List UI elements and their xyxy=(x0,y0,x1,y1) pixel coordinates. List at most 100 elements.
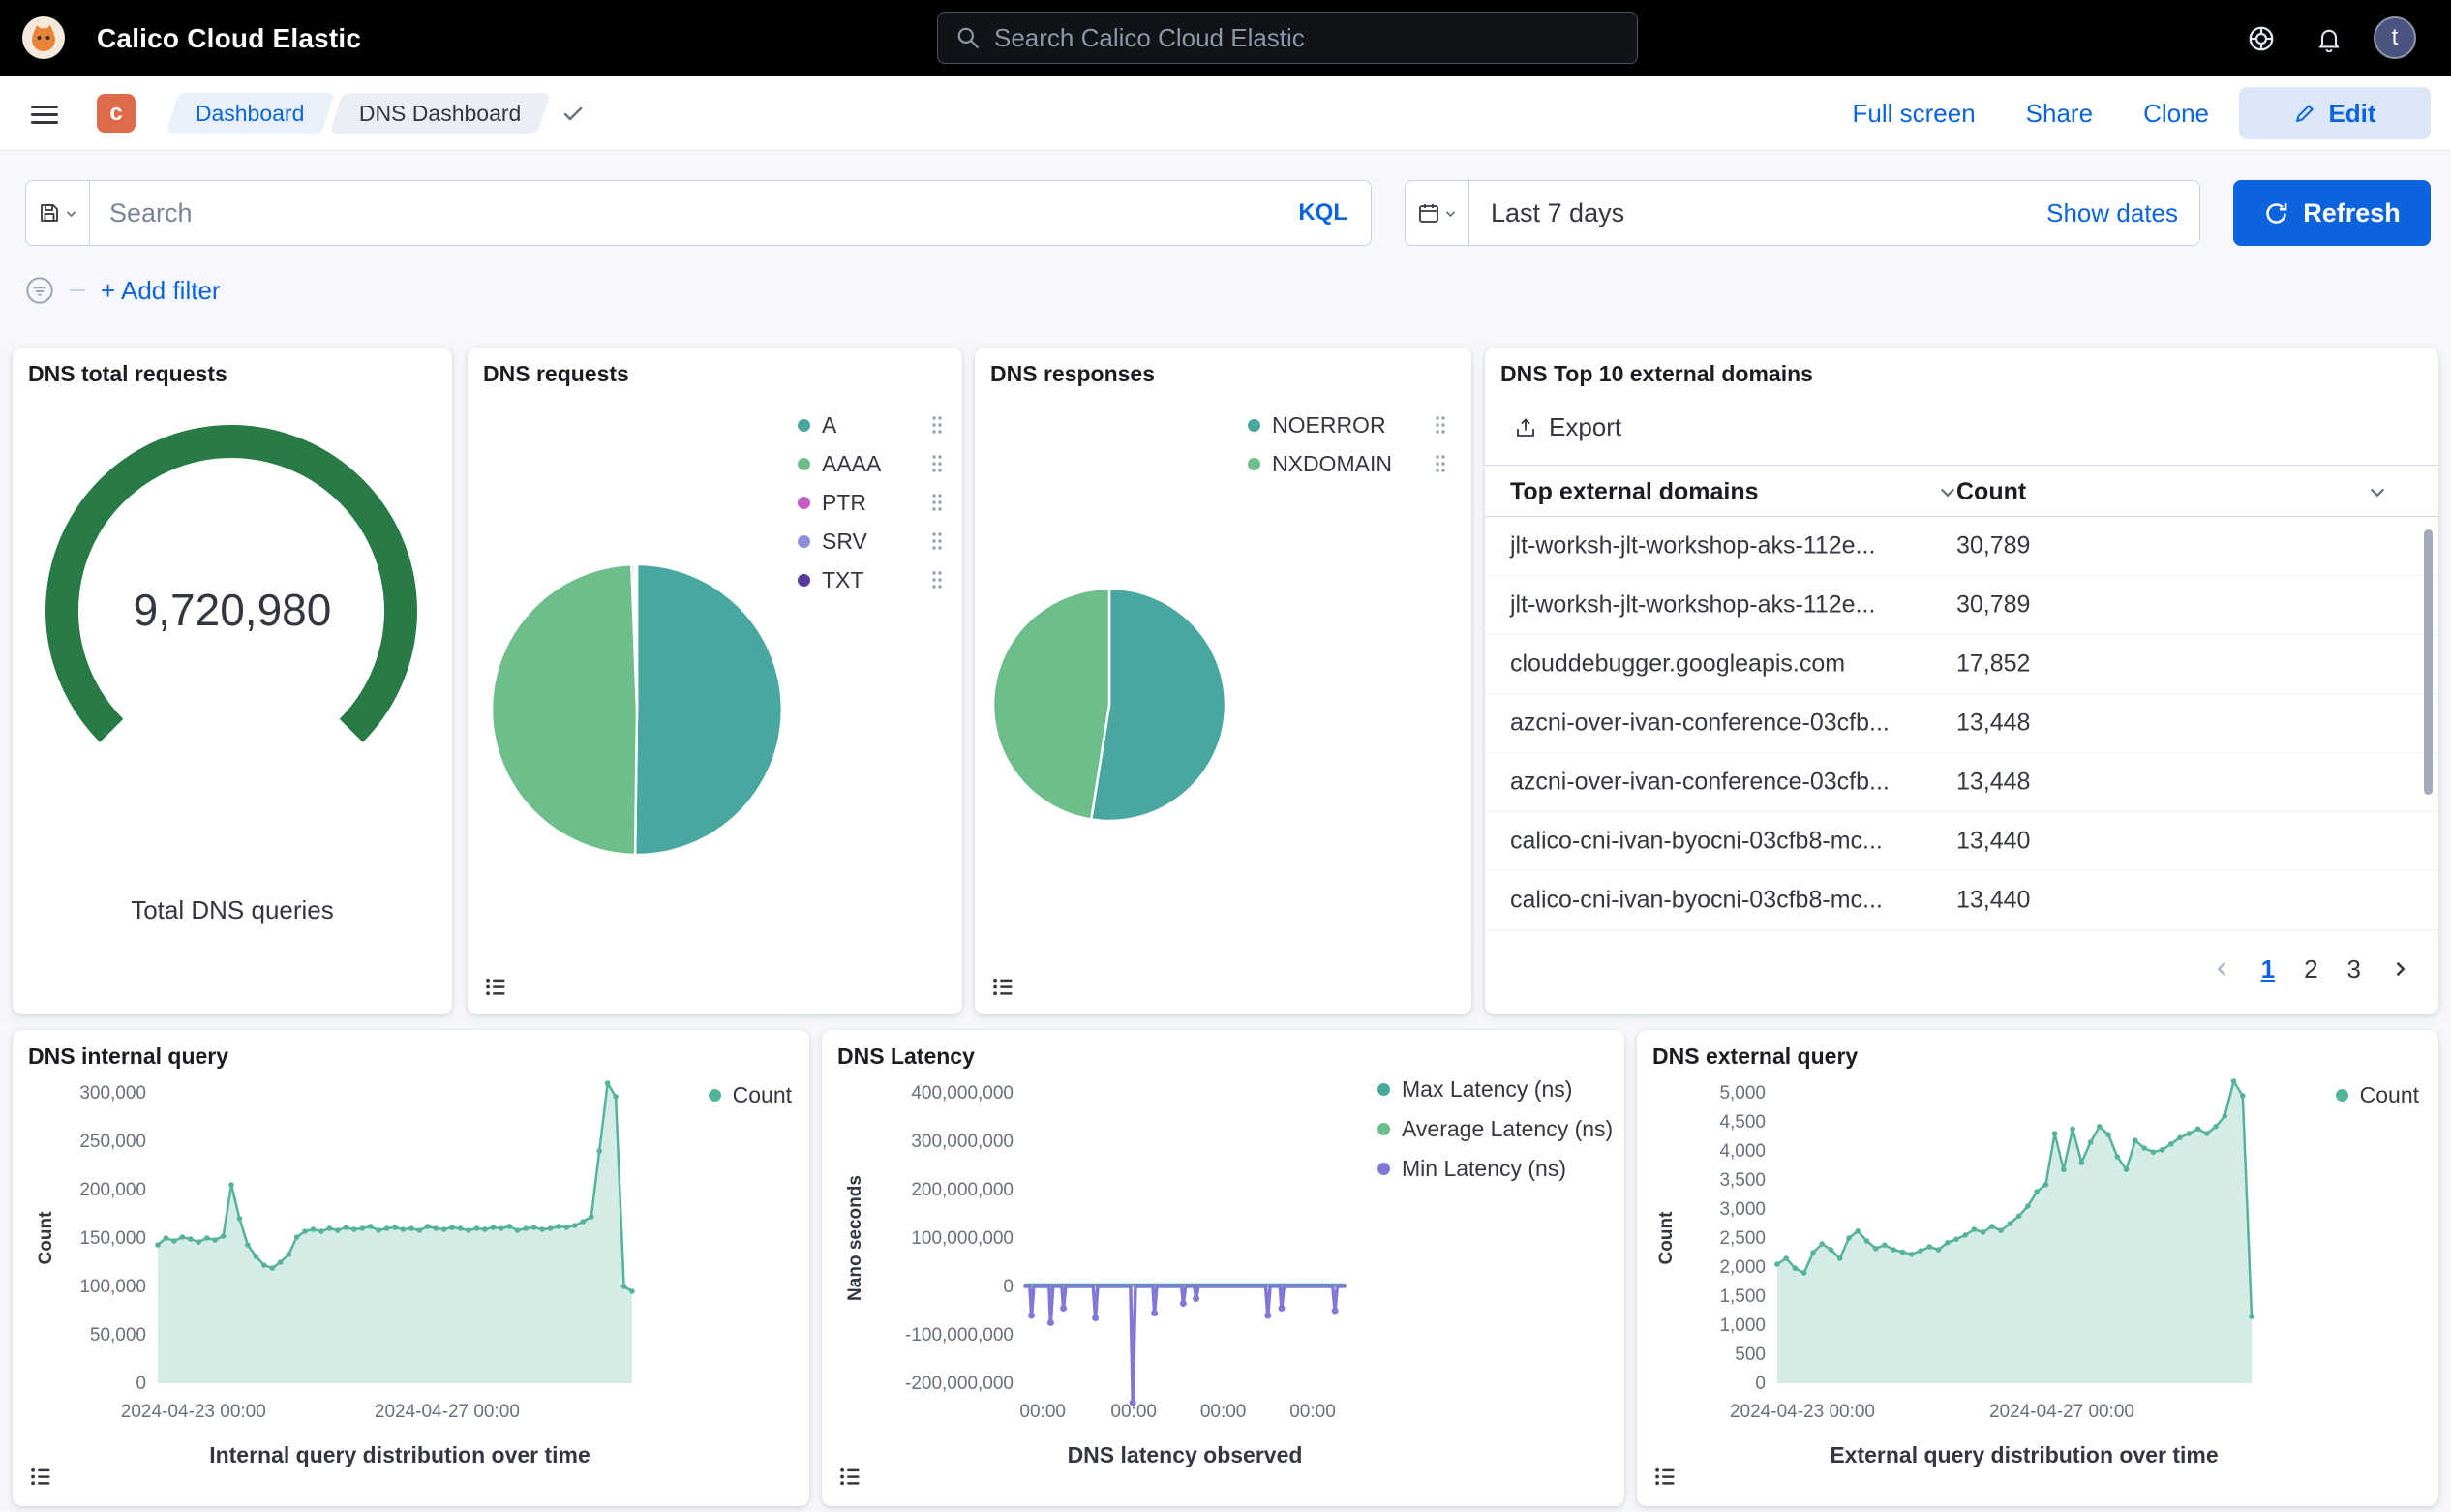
legend-item[interactable]: NXDOMAIN xyxy=(1248,444,1446,483)
svg-text:2024-04-27 00:00: 2024-04-27 00:00 xyxy=(375,1402,520,1422)
svg-text:2024-04-23 00:00: 2024-04-23 00:00 xyxy=(121,1402,266,1422)
drag-handle-icon[interactable] xyxy=(931,531,943,551)
filter-bar: + Add filter xyxy=(25,273,221,308)
refresh-button[interactable]: Refresh xyxy=(2233,180,2431,246)
filter-icon[interactable] xyxy=(25,276,54,305)
next-page-icon[interactable] xyxy=(2390,959,2409,979)
support-icon[interactable] xyxy=(2242,19,2281,58)
top-app-bar: Calico Cloud Elastic Search Calico Cloud… xyxy=(0,0,2451,76)
drag-handle-icon[interactable] xyxy=(931,570,943,590)
chart-footer-title: DNS latency observed xyxy=(822,1442,1548,1468)
svg-text:2,500: 2,500 xyxy=(1719,1228,1766,1249)
table-row: calico-cni-ivan-byocni-03cfb8-mc...13,44… xyxy=(1485,871,2438,930)
table-scrollbar[interactable] xyxy=(2424,529,2433,795)
count-cell: 13,448 xyxy=(1956,710,2030,738)
legend-item[interactable]: TXT xyxy=(798,560,943,599)
gauge-value: 9,720,980 xyxy=(13,584,452,636)
svg-text:Count: Count xyxy=(1656,1211,1677,1265)
drag-handle-icon[interactable] xyxy=(1435,415,1446,435)
svg-text:2,000: 2,000 xyxy=(1719,1257,1766,1278)
save-icon xyxy=(38,201,61,225)
legend-item[interactable]: SRV xyxy=(798,522,943,560)
panel-title: DNS internal query xyxy=(28,1043,228,1070)
chevron-down-icon xyxy=(1938,482,1957,501)
notifications-icon[interactable] xyxy=(2310,19,2348,58)
table-row: jlt-worksh-jlt-workshop-aks-112e...30,78… xyxy=(1485,576,2438,635)
svg-text:250,000: 250,000 xyxy=(79,1132,146,1152)
legend-toggle-button[interactable] xyxy=(477,968,514,1005)
chevron-down-icon[interactable] xyxy=(2368,482,2387,506)
full-screen-button[interactable]: Full screen xyxy=(1853,99,1976,129)
column-header-count[interactable]: Count xyxy=(1956,466,2026,518)
check-icon[interactable] xyxy=(561,102,585,125)
list-icon xyxy=(837,1464,863,1490)
area-chart: 05001,0001,5002,0002,5003,0003,5004,0004… xyxy=(1637,1078,2411,1436)
previous-page-icon[interactable] xyxy=(2213,959,2232,979)
svg-text:400,000,000: 400,000,000 xyxy=(911,1083,1014,1104)
drag-handle-icon[interactable] xyxy=(931,415,943,435)
legend-item[interactable]: A xyxy=(798,406,943,444)
pie-chart xyxy=(983,579,1235,831)
saved-query-menu-button[interactable] xyxy=(26,181,90,245)
panel-title: DNS Top 10 external domains xyxy=(1500,361,1813,387)
app-title: Calico Cloud Elastic xyxy=(97,23,361,54)
svg-text:0: 0 xyxy=(136,1374,146,1394)
legend-toggle-button[interactable] xyxy=(22,1458,59,1495)
drag-handle-icon[interactable] xyxy=(931,493,943,512)
drag-handle-icon[interactable] xyxy=(931,454,943,473)
legend-dot xyxy=(798,574,810,587)
area-chart: 050,000100,000150,000200,000250,000300,0… xyxy=(13,1078,787,1436)
breadcrumb-dashboard[interactable]: Dashboard xyxy=(166,93,334,134)
time-range-value[interactable]: Last 7 days xyxy=(1469,181,2025,245)
chevron-down-icon xyxy=(1444,207,1457,220)
legend-dot xyxy=(798,458,810,470)
menu-icon[interactable] xyxy=(27,97,62,130)
chart-footer-title: Internal query distribution over time xyxy=(13,1442,787,1468)
legend-toggle-button[interactable] xyxy=(1647,1458,1683,1495)
panel-title: DNS total requests xyxy=(28,361,227,387)
legend-item[interactable]: PTR xyxy=(798,483,943,522)
legend-toggle-button[interactable] xyxy=(984,968,1021,1005)
svg-text:1,500: 1,500 xyxy=(1719,1286,1766,1307)
svg-text:200,000,000: 200,000,000 xyxy=(911,1180,1014,1200)
svg-text:50,000: 50,000 xyxy=(90,1325,146,1346)
panel-dns-latency: DNS Latency Max Latency (ns) Average Lat… xyxy=(822,1030,1624,1506)
drag-handle-icon[interactable] xyxy=(1435,454,1446,473)
legend-item[interactable]: AAAA xyxy=(798,444,943,483)
pagination-page-2[interactable]: 2 xyxy=(2304,954,2317,984)
domain-cell: clouddebugger.googleapis.com xyxy=(1510,650,1845,679)
edit-button[interactable]: Edit xyxy=(2239,87,2431,139)
panel-title: DNS requests xyxy=(483,361,629,387)
svg-text:1,000: 1,000 xyxy=(1719,1315,1766,1336)
table-body: jlt-worksh-jlt-workshop-aks-112e...30,78… xyxy=(1485,517,2438,930)
domain-cell: calico-cni-ivan-byocni-03cfb8-mc... xyxy=(1510,887,1883,915)
svg-text:300,000: 300,000 xyxy=(79,1083,146,1104)
pagination-page-1[interactable]: 1 xyxy=(2261,954,2275,984)
panel-dns-responses: DNS responses NOERROR NXDOMAIN xyxy=(975,348,1471,1014)
panel-title: DNS Latency xyxy=(837,1043,975,1070)
svg-text:4,500: 4,500 xyxy=(1719,1112,1766,1133)
svg-text:0: 0 xyxy=(1003,1277,1014,1297)
svg-text:3,000: 3,000 xyxy=(1719,1199,1766,1220)
global-search-input[interactable]: Search Calico Cloud Elastic xyxy=(937,12,1638,64)
pagination-page-3[interactable]: 3 xyxy=(2347,954,2361,984)
query-bar: KQL Last 7 days Show dates Refresh xyxy=(25,180,2431,246)
export-button[interactable]: Export xyxy=(1508,411,1627,443)
chart-legend: NOERROR NXDOMAIN xyxy=(1248,406,1446,483)
column-header-domains[interactable]: Top external domains xyxy=(1510,466,1759,518)
share-button[interactable]: Share xyxy=(2026,99,2093,129)
panel-title: DNS responses xyxy=(990,361,1155,387)
legend-toggle-button[interactable] xyxy=(832,1458,868,1495)
space-badge[interactable]: c xyxy=(97,94,136,133)
domain-cell: calico-cni-ivan-byocni-03cfb8-mc... xyxy=(1510,828,1883,856)
add-filter-button[interactable]: + Add filter xyxy=(101,276,221,306)
svg-text:150,000: 150,000 xyxy=(79,1228,146,1249)
calendar-menu-button[interactable] xyxy=(1406,181,1469,245)
user-avatar[interactable]: t xyxy=(2374,16,2416,59)
legend-item[interactable]: NOERROR xyxy=(1248,406,1446,444)
search-input[interactable] xyxy=(90,181,1275,245)
show-dates-button[interactable]: Show dates xyxy=(2025,181,2199,245)
domain-cell: jlt-worksh-jlt-workshop-aks-112e... xyxy=(1510,532,1875,560)
clone-button[interactable]: Clone xyxy=(2143,99,2209,129)
kql-language-button[interactable]: KQL xyxy=(1275,181,1371,245)
